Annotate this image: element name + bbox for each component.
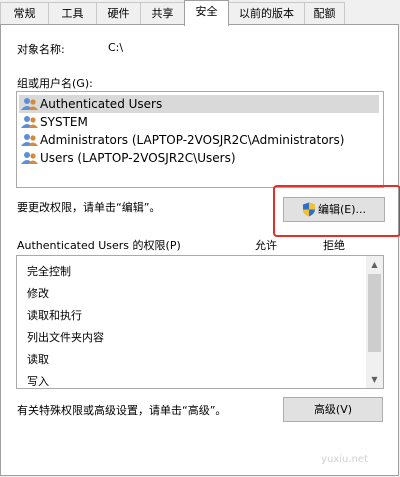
scroll-down-icon[interactable]: ▼	[366, 371, 383, 388]
tab-label: 以前的版本	[239, 7, 294, 20]
scroll-up-icon[interactable]: ▲	[366, 256, 383, 273]
advanced-hint: 有关特殊权限或高级设置，请单击“高级”。	[17, 404, 227, 417]
tab-bar: 常规 工具 硬件 共享 安全 以前的版本 配额	[0, 0, 400, 26]
list-item: 读取和执行	[27, 309, 82, 322]
list-item-users[interactable]: Users (LAPTOP-2VOSJR2C\Users)	[19, 149, 379, 167]
permissions-listbox[interactable]: 完全控制 修改 读取和执行 列出文件夹内容 读取 写入 ▲ ▼	[16, 255, 384, 389]
deny-header: 拒绝	[323, 239, 345, 252]
list-item-system[interactable]: SYSTEM	[19, 113, 379, 131]
object-name-label: 对象名称:	[17, 43, 65, 56]
tab-quota[interactable]: 配额	[304, 2, 345, 24]
tab-label: 工具	[61, 7, 84, 20]
users-icon	[21, 152, 38, 164]
list-item-administrators[interactable]: Administrators (LAPTOP-2VOSJR2C\Administ…	[19, 131, 379, 149]
shield-icon	[303, 202, 315, 217]
group-label: Users (LAPTOP-2VOSJR2C\Users)	[40, 151, 236, 165]
group-label: Authenticated Users	[40, 97, 163, 111]
list-item: 列出文件夹内容	[27, 331, 104, 344]
tab-sharing[interactable]: 共享	[140, 2, 185, 24]
users-icon	[21, 116, 38, 128]
groups-listbox[interactable]: Authenticated Users SYSTEM Administrator…	[16, 91, 384, 188]
tab-label: 安全	[195, 5, 218, 18]
advanced-button[interactable]: 高级(V)	[283, 397, 383, 422]
scroll-thumb[interactable]	[368, 274, 381, 352]
groups-label: 组或用户名(G):	[17, 77, 93, 90]
users-icon	[21, 134, 38, 146]
tab-tools[interactable]: 工具	[48, 2, 97, 24]
permissions-title: Authenticated Users 的权限(P)	[17, 239, 181, 252]
list-item: 写入	[27, 375, 49, 388]
tab-label: 硬件	[107, 7, 130, 20]
tab-label: 配额	[313, 7, 336, 20]
tab-label: 常规	[13, 7, 36, 20]
list-item: 读取	[27, 353, 49, 366]
object-name-value: C:\	[108, 41, 124, 54]
tab-security[interactable]: 安全	[184, 0, 229, 26]
tab-label: 共享	[151, 7, 174, 20]
allow-header: 允许	[255, 239, 277, 252]
permissions-scrollbar[interactable]: ▲ ▼	[366, 256, 383, 388]
tab-hardware[interactable]: 硬件	[96, 2, 141, 24]
list-item-authenticated-users[interactable]: Authenticated Users	[19, 95, 379, 113]
tab-general[interactable]: 常规	[0, 2, 49, 24]
change-permissions-hint: 要更改权限，请单击“编辑”。	[17, 201, 161, 214]
users-icon	[21, 98, 38, 110]
watermark: yuxiu.net	[321, 454, 368, 465]
edit-button[interactable]: 编辑(E)...	[283, 197, 385, 222]
group-label: SYSTEM	[40, 115, 88, 129]
tab-previous-versions[interactable]: 以前的版本	[228, 2, 305, 24]
edit-button-label: 编辑(E)...	[318, 203, 367, 216]
list-item: 完全控制	[27, 265, 71, 278]
security-panel: 对象名称: C:\ 组或用户名(G): Authenticated Users …	[0, 24, 400, 476]
list-item: 修改	[27, 287, 49, 300]
group-label: Administrators (LAPTOP-2VOSJR2C\Administ…	[40, 133, 345, 147]
